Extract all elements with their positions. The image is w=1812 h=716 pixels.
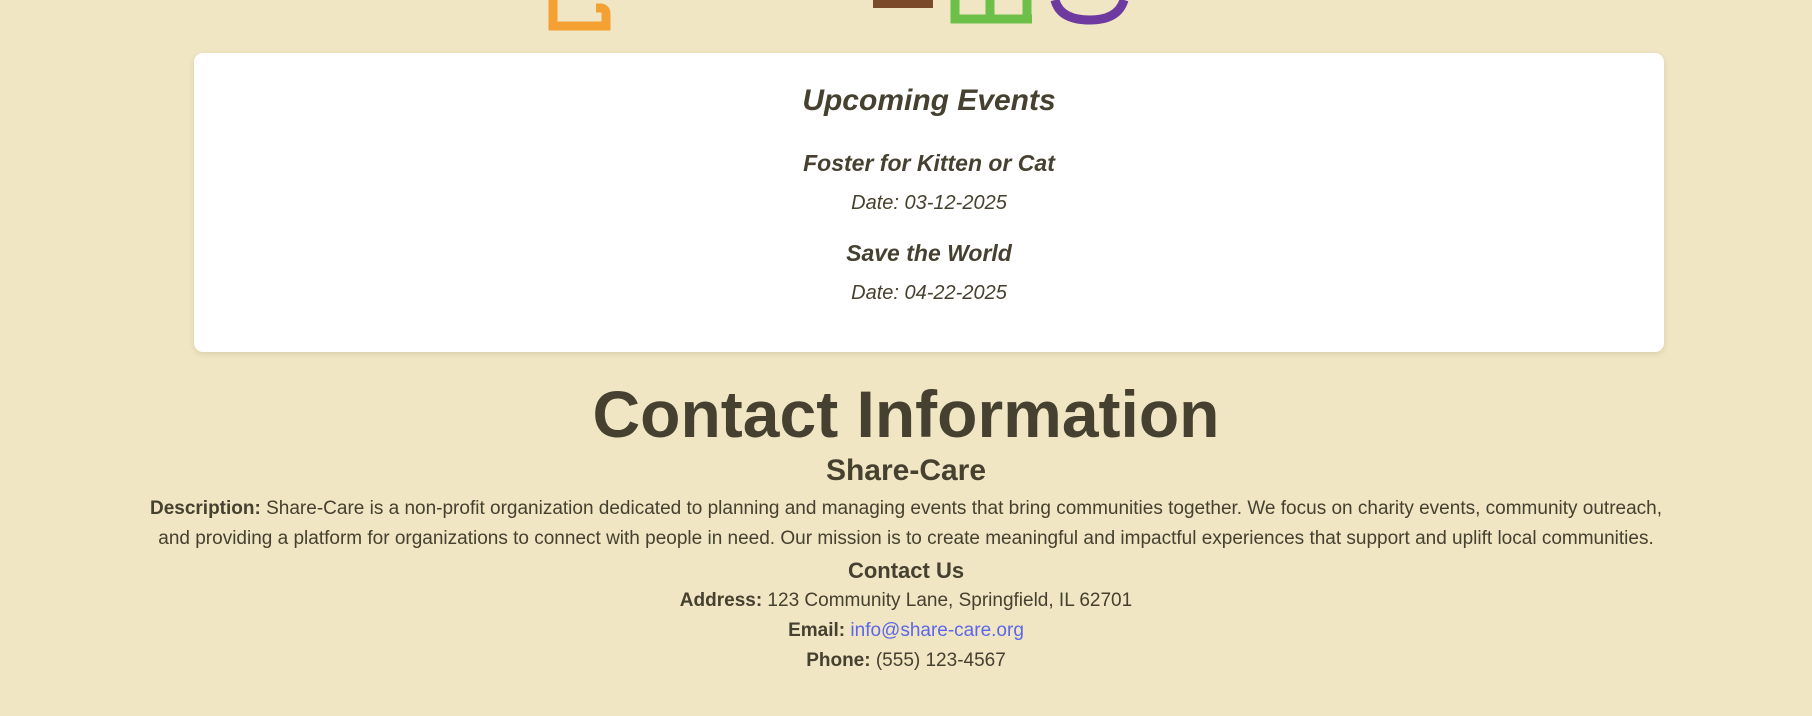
event-name: Save the World — [846, 240, 1012, 266]
contact-title: Contact Information — [592, 377, 1220, 451]
address-label: Address: — [679, 590, 763, 611]
page: Upcoming Events Foster for Kitten or Cat… — [0, 0, 1812, 716]
event-date: Date: 03-12-2025 — [851, 192, 1007, 214]
description-label: Description: — [149, 498, 261, 519]
email-line: Email: info@share-care.org — [0, 616, 1812, 646]
logo-letter-brown — [873, 0, 933, 8]
email-link[interactable]: info@share-care.org — [850, 620, 1023, 641]
upcoming-events-card: Upcoming Events Foster for Kitten or Cat… — [194, 53, 1664, 352]
site-logo — [0, 0, 1812, 40]
contact-section: Contact Information Share-Care Descripti… — [0, 376, 1812, 676]
address-value: 123 Community Lane, Springfield, IL 6270… — [762, 590, 1133, 611]
event-date: Date: 04-22-2025 — [851, 282, 1007, 304]
description-text: Share-Care is a non-profit organization … — [158, 498, 1663, 549]
organization-name: Share-Care — [825, 454, 987, 487]
logo-letter-green — [950, 0, 1032, 24]
address-line: Address: 123 Community Lane, Springfield… — [0, 586, 1812, 616]
phone-label: Phone: — [806, 650, 871, 671]
email-label: Email: — [788, 620, 846, 641]
event-name: Foster for Kitten or Cat — [803, 150, 1055, 176]
contact-us-heading: Contact Us — [847, 558, 965, 583]
upcoming-events-title: Upcoming Events — [802, 84, 1056, 117]
logo-letter-purple — [1050, 0, 1129, 25]
organization-description: Description: Share-Care is a non-profit … — [146, 494, 1666, 554]
phone-line: Phone: (555) 123-4567 — [0, 646, 1812, 676]
logo-letter-orange — [548, 0, 611, 31]
phone-value: (555) 123-4567 — [870, 650, 1006, 671]
